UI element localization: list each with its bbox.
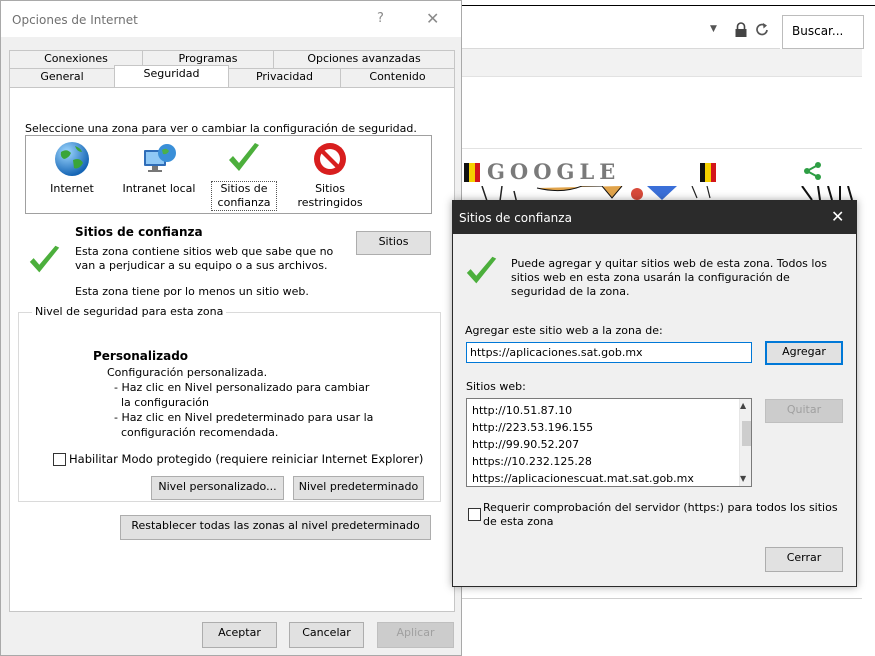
browser-toolbar-strip (462, 49, 862, 77)
zone-internet[interactable]: Internet (38, 140, 106, 196)
dialog-title: Opciones de Internet (12, 13, 138, 27)
list-item[interactable]: https://aplicacionescuat.mat.sat.gob.mx (472, 472, 694, 485)
sites-button[interactable]: Sitios (356, 231, 431, 255)
require-https-label[interactable]: Requerir comprobación del servidor (http… (483, 501, 853, 529)
trusted-sites-description: Puede agregar y quitar sitios web de est… (511, 257, 827, 298)
scroll-up-icon[interactable]: ▲ (740, 401, 746, 410)
security-level-name: Personalizado (93, 349, 189, 363)
security-level-description: Configuración personalizada. - Haz clic … (107, 366, 374, 439)
zone-description: Esta zona contiene sitios web que sabe q… (75, 245, 334, 272)
close-dialog-button[interactable]: Cerrar (765, 547, 843, 572)
list-item[interactable]: http://99.90.52.207 (472, 438, 579, 451)
protected-mode-checkbox[interactable] (53, 453, 66, 466)
zone-name: Sitios de confianza (75, 225, 203, 239)
browser-search-box[interactable]: Buscar... (782, 15, 864, 49)
dialog-title: Sitios de confianza (459, 211, 572, 225)
zone-label: Intranet local (122, 182, 196, 195)
list-item[interactable]: http://10.51.87.10 (472, 404, 572, 417)
refresh-icon[interactable] (754, 21, 770, 38)
zone-label-line-1: Sitios (315, 182, 345, 195)
scroll-down-icon[interactable]: ▼ (740, 474, 746, 483)
close-button[interactable]: ✕ (831, 207, 844, 226)
checkmark-icon (466, 256, 497, 284)
add-button[interactable]: Agregar (765, 341, 843, 365)
tab-contenido[interactable]: Contenido (340, 68, 455, 88)
trusted-sites-dialog: Sitios de confianza ✕ Puede agregar y qu… (452, 200, 857, 587)
custom-level-button[interactable]: Nivel personalizado... (151, 476, 284, 500)
lock-icon (735, 22, 747, 37)
zone-label: Sitios de confianza (211, 181, 277, 211)
tab-general[interactable]: General (9, 68, 115, 88)
zones-list: Internet Intranet local Sitios de confia… (25, 135, 432, 214)
browser-frame-line (462, 5, 875, 6)
remove-button[interactable]: Quitar (765, 399, 843, 423)
share-icon[interactable] (803, 161, 823, 181)
globe-icon (55, 142, 89, 176)
zone-label: Sitios restringidos (294, 182, 366, 210)
belgium-flag-icon (700, 163, 716, 182)
scrollbar-thumb[interactable] (742, 421, 751, 446)
ok-button[interactable]: Aceptar (202, 622, 277, 648)
address-dropdown-icon[interactable]: ▼ (710, 24, 717, 34)
tab-privacidad[interactable]: Privacidad (228, 68, 341, 88)
cancel-button[interactable]: Cancelar (289, 622, 364, 648)
doodle-title: GOOGLE (487, 159, 621, 184)
browser-address-bar[interactable] (462, 15, 780, 49)
zone-instruction: Seleccione una zona para ver o cambiar l… (25, 122, 417, 135)
require-https-checkbox[interactable] (468, 508, 481, 521)
intranet-icon (144, 144, 176, 172)
tab-opciones-avanzadas[interactable]: Opciones avanzadas (273, 50, 455, 68)
reset-all-zones-button[interactable]: Restablecer todas las zonas al nivel pre… (120, 515, 431, 540)
zone-label: Internet (50, 182, 94, 195)
close-button[interactable]: ✕ (426, 9, 439, 28)
checkmark-icon (29, 245, 60, 273)
zone-sitios-restringidos[interactable]: Sitios restringidos (294, 140, 366, 210)
zone-intranet-local[interactable]: Intranet local (119, 140, 199, 196)
belgium-flag-icon (464, 163, 480, 182)
add-site-label: Agregar este sitio web a la zona de: (465, 324, 663, 337)
zone-label-line-2: confianza (217, 196, 271, 209)
site-url-input[interactable] (466, 342, 752, 363)
websites-list[interactable]: http://10.51.87.10 http://223.53.196.155… (466, 398, 752, 487)
checkmark-icon (229, 143, 259, 171)
protected-mode-label[interactable]: Habilitar Modo protegido (requiere reini… (69, 452, 423, 466)
group-legend: Nivel de seguridad para esta zona (32, 305, 227, 318)
help-button[interactable]: ? (377, 11, 384, 26)
browser-status-area (462, 598, 862, 656)
apply-button[interactable]: Aplicar (377, 622, 454, 648)
zone-note: Esta zona tiene por lo menos un sitio we… (75, 285, 309, 298)
zone-label-line-1: Sitios de (220, 182, 268, 195)
internet-options-dialog: Opciones de Internet ? ✕ Conexiones Prog… (0, 0, 462, 656)
zone-label-line-2: restringidos (297, 196, 363, 209)
default-level-button[interactable]: Nivel predeterminado (293, 476, 424, 500)
tab-seguridad[interactable]: Seguridad (114, 65, 229, 87)
websites-label: Sitios web: (466, 380, 526, 393)
list-item[interactable]: https://10.232.125.28 (472, 455, 592, 468)
list-item[interactable]: http://223.53.196.155 (472, 421, 593, 434)
zone-sitios-de-confianza[interactable]: Sitios de confianza (211, 140, 277, 211)
restricted-icon (314, 143, 346, 175)
